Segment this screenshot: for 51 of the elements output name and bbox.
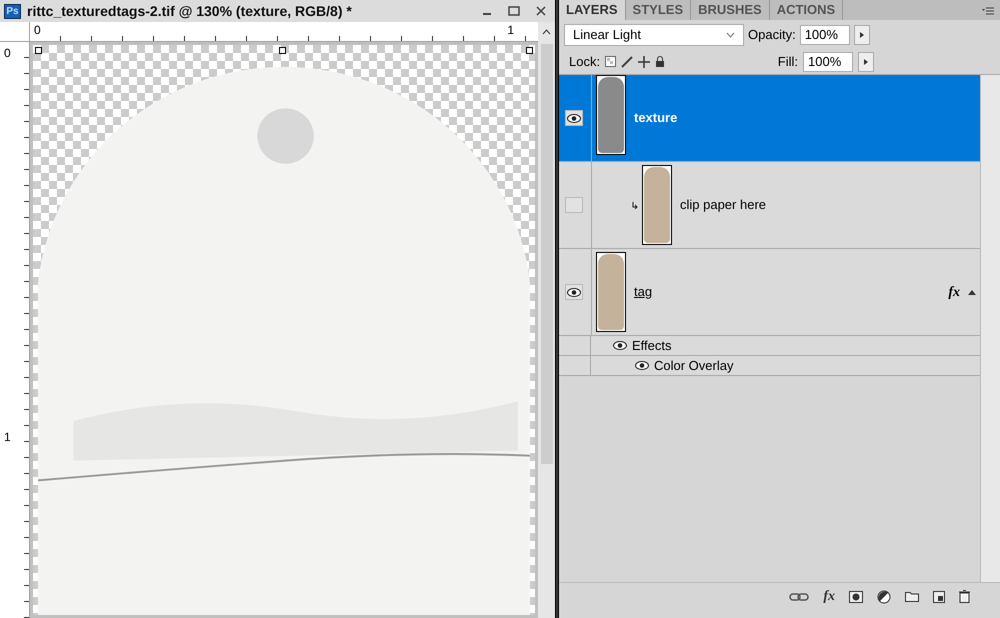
window-title: rittc_texturedtags-2.tif @ 130% (texture, RGB/8) * — [27, 2, 353, 21]
visibility-toggle[interactable] — [565, 110, 583, 126]
layer-name: clip paper here — [680, 196, 766, 214]
panel-menu-icon[interactable] — [982, 7, 994, 15]
effect-label[interactable]: Color Overlay — [654, 356, 734, 376]
visibility-toggle[interactable] — [565, 197, 583, 213]
lock-icon[interactable] — [655, 56, 666, 67]
effect-label[interactable]: Effects — [632, 336, 672, 356]
blend-mode-dropdown[interactable]: Linear Light — [564, 24, 744, 46]
lock-transparent-icon[interactable] — [605, 56, 616, 67]
lock-label: Lock: — [569, 52, 600, 71]
layer-row[interactable]: tag fx — [559, 249, 980, 336]
fill-field[interactable]: 100% — [803, 52, 853, 72]
eye-icon[interactable] — [567, 114, 581, 122]
folder-icon[interactable] — [905, 591, 919, 602]
new-layer-icon[interactable] — [933, 590, 945, 602]
layer-row[interactable]: texture — [559, 75, 980, 162]
opacity-field[interactable]: 100% — [800, 25, 850, 45]
fill-label: Fill: — [778, 52, 798, 71]
half-circle-icon[interactable] — [877, 590, 891, 604]
link-icon[interactable] — [789, 592, 810, 600]
ruler-label: 1 — [3, 429, 12, 446]
opacity-label: Opacity: — [748, 26, 796, 44]
layers-scrollbar[interactable] — [980, 75, 1000, 582]
opacity-slider-button[interactable] — [854, 25, 870, 45]
visibility-toggle[interactable] — [565, 284, 583, 300]
app-logo: Ps — [4, 4, 21, 18]
layer-name: texture — [634, 109, 678, 128]
ruler-label: 0 — [3, 45, 12, 62]
layer-name: tag — [634, 283, 652, 302]
eye-icon[interactable] — [635, 361, 649, 370]
trash-icon[interactable] — [959, 590, 970, 603]
play-arrow-icon — [860, 32, 864, 38]
eye-icon[interactable] — [613, 341, 627, 350]
fx-label: fx — [948, 284, 960, 302]
panel-tab[interactable]: LAYERS — [559, 0, 626, 20]
eye-icon[interactable] — [567, 288, 581, 296]
vertical-scrollbar[interactable] — [538, 42, 555, 618]
ruler-label: 1 — [507, 22, 514, 39]
mask-icon[interactable] — [849, 590, 863, 602]
fx-button[interactable]: fx — [823, 586, 835, 607]
layer-row[interactable]: clip paper here — [559, 162, 980, 249]
move-icon[interactable] — [638, 56, 650, 68]
scroll-up-icon[interactable] — [542, 29, 551, 35]
fill-slider-button[interactable] — [858, 52, 874, 72]
maximize-icon[interactable] — [507, 5, 521, 17]
play-arrow-icon — [864, 58, 868, 64]
ruler-label: 0 — [34, 22, 41, 39]
close-icon[interactable] — [535, 5, 547, 17]
brush-icon[interactable] — [621, 56, 634, 68]
chevron-down-icon — [726, 32, 735, 38]
